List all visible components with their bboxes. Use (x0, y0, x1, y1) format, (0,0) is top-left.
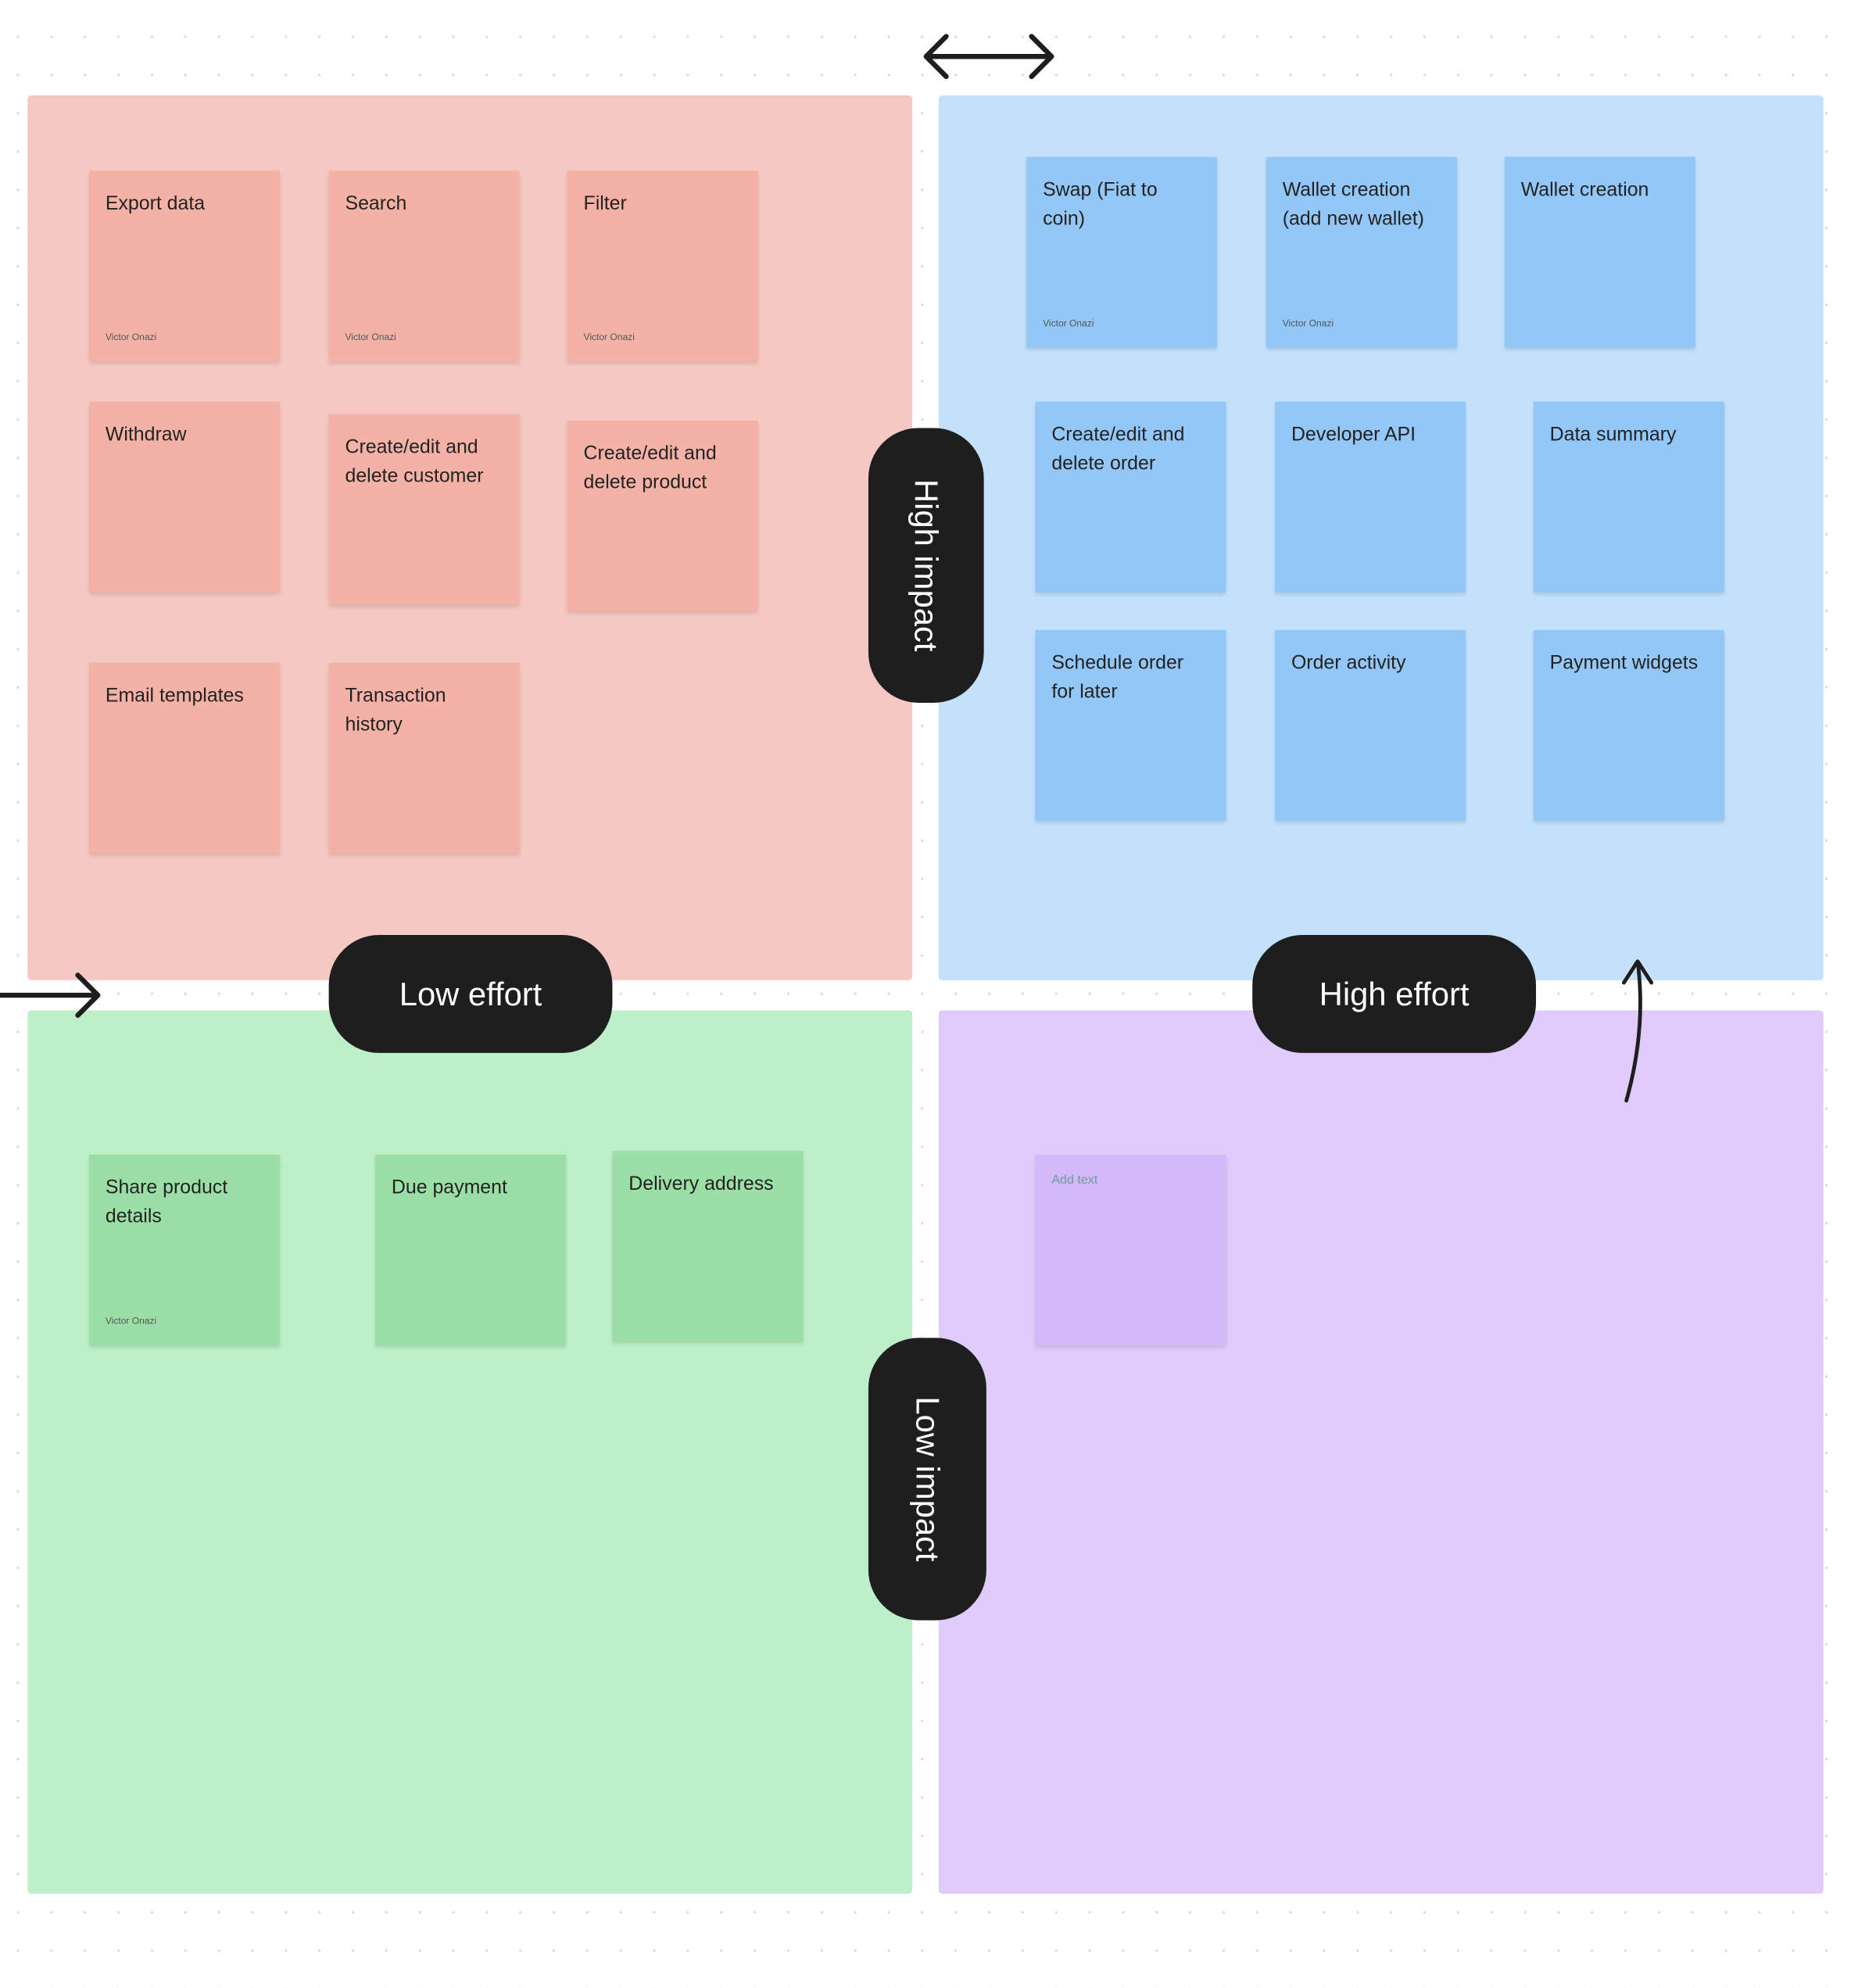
axis-label-low-effort: Low effort (328, 935, 613, 1053)
sticky-text: Withdraw (105, 424, 187, 446)
sticky-note[interactable]: Create/edit and delete order (1035, 401, 1226, 593)
sticky-note[interactable]: Share product details Victor Onazi (88, 1154, 281, 1345)
sticky-text: Swap (Fiat to coin) (1043, 179, 1158, 230)
sticky-note-empty[interactable]: Add text (1035, 1154, 1226, 1345)
label-text: High impact (908, 479, 946, 652)
sticky-author: Victor Onazi (1282, 317, 1334, 329)
sticky-text: Email templates (105, 685, 244, 707)
sticky-note[interactable]: Create/edit and delete customer (328, 414, 520, 605)
sticky-text: Payment widgets (1549, 652, 1699, 675)
sticky-note[interactable]: Transaction history (328, 662, 520, 854)
sticky-text: Create/edit and delete customer (345, 436, 484, 487)
label-text: High effort (1319, 974, 1470, 1012)
sticky-text: Export data (105, 193, 206, 215)
axis-label-low-impact: Low impact (868, 1338, 986, 1621)
sticky-author: Victor Onazi (105, 331, 157, 343)
sticky-text: Developer API (1291, 424, 1416, 446)
sticky-text: Create/edit and delete order (1051, 424, 1185, 475)
sticky-note[interactable]: Due payment (375, 1154, 567, 1345)
sticky-note[interactable]: Export data Victor Onazi (88, 170, 281, 362)
sticky-note[interactable]: Wallet creation (add new wallet) Victor O… (1266, 156, 1457, 348)
sticky-note[interactable]: Email templates (88, 662, 281, 854)
sticky-text: Search (345, 193, 407, 215)
sticky-author: Victor Onazi (345, 331, 396, 343)
sticky-note[interactable]: Payment widgets (1533, 629, 1724, 821)
sticky-text: Share product details (105, 1177, 228, 1228)
sticky-text: Order activity (1291, 652, 1406, 675)
axis-label-high-effort: High effort (1252, 935, 1537, 1053)
sticky-note[interactable]: Wallet creation (1504, 156, 1695, 348)
sticky-text: Wallet creation (add new wallet) (1282, 179, 1424, 230)
sticky-text: Schedule order for later (1051, 652, 1184, 704)
sticky-note[interactable]: Delivery address (612, 1151, 804, 1342)
sticky-text: Data summary (1549, 424, 1677, 446)
whiteboard-canvas[interactable]: Export data Victor Onazi Search Victor Ona… (0, 0, 1851, 1988)
sticky-note[interactable]: Swap (Fiat to coin) Victor Onazi (1026, 156, 1218, 348)
sticky-text: Transaction history (345, 685, 446, 736)
sticky-note[interactable]: Data summary (1533, 401, 1724, 593)
sticky-author: Victor Onazi (105, 1315, 157, 1327)
quadrant-thankless-tasks (938, 1010, 1824, 1894)
sticky-note[interactable]: Create/edit and delete product (567, 420, 758, 611)
sticky-note[interactable]: Developer API (1275, 401, 1466, 593)
sticky-note[interactable]: Order activity (1275, 629, 1466, 821)
sticky-author: Victor Onazi (1043, 317, 1094, 329)
sticky-text: Due payment (391, 1177, 507, 1199)
axis-label-high-impact: High impact (868, 428, 984, 704)
sticky-text: Create/edit and delete product (583, 442, 717, 493)
quadrant-fill-ins (27, 1010, 913, 1894)
sticky-text: Wallet creation (1520, 179, 1649, 201)
sticky-placeholder[interactable]: Add text (1051, 1173, 1209, 1187)
sticky-note[interactable]: Withdraw (88, 401, 281, 593)
sticky-text: Filter (583, 193, 627, 215)
label-text: Low effort (399, 974, 542, 1012)
curved-arrow-up-icon (1621, 959, 1654, 1103)
label-text: Low impact (909, 1396, 947, 1562)
sticky-note[interactable]: Schedule order for later (1035, 629, 1226, 821)
sticky-note[interactable]: Filter Victor Onazi (567, 170, 758, 362)
sticky-author: Victor Onazi (583, 331, 635, 343)
sticky-text: Delivery address (628, 1173, 774, 1195)
sticky-note[interactable]: Search Victor Onazi (328, 170, 520, 362)
